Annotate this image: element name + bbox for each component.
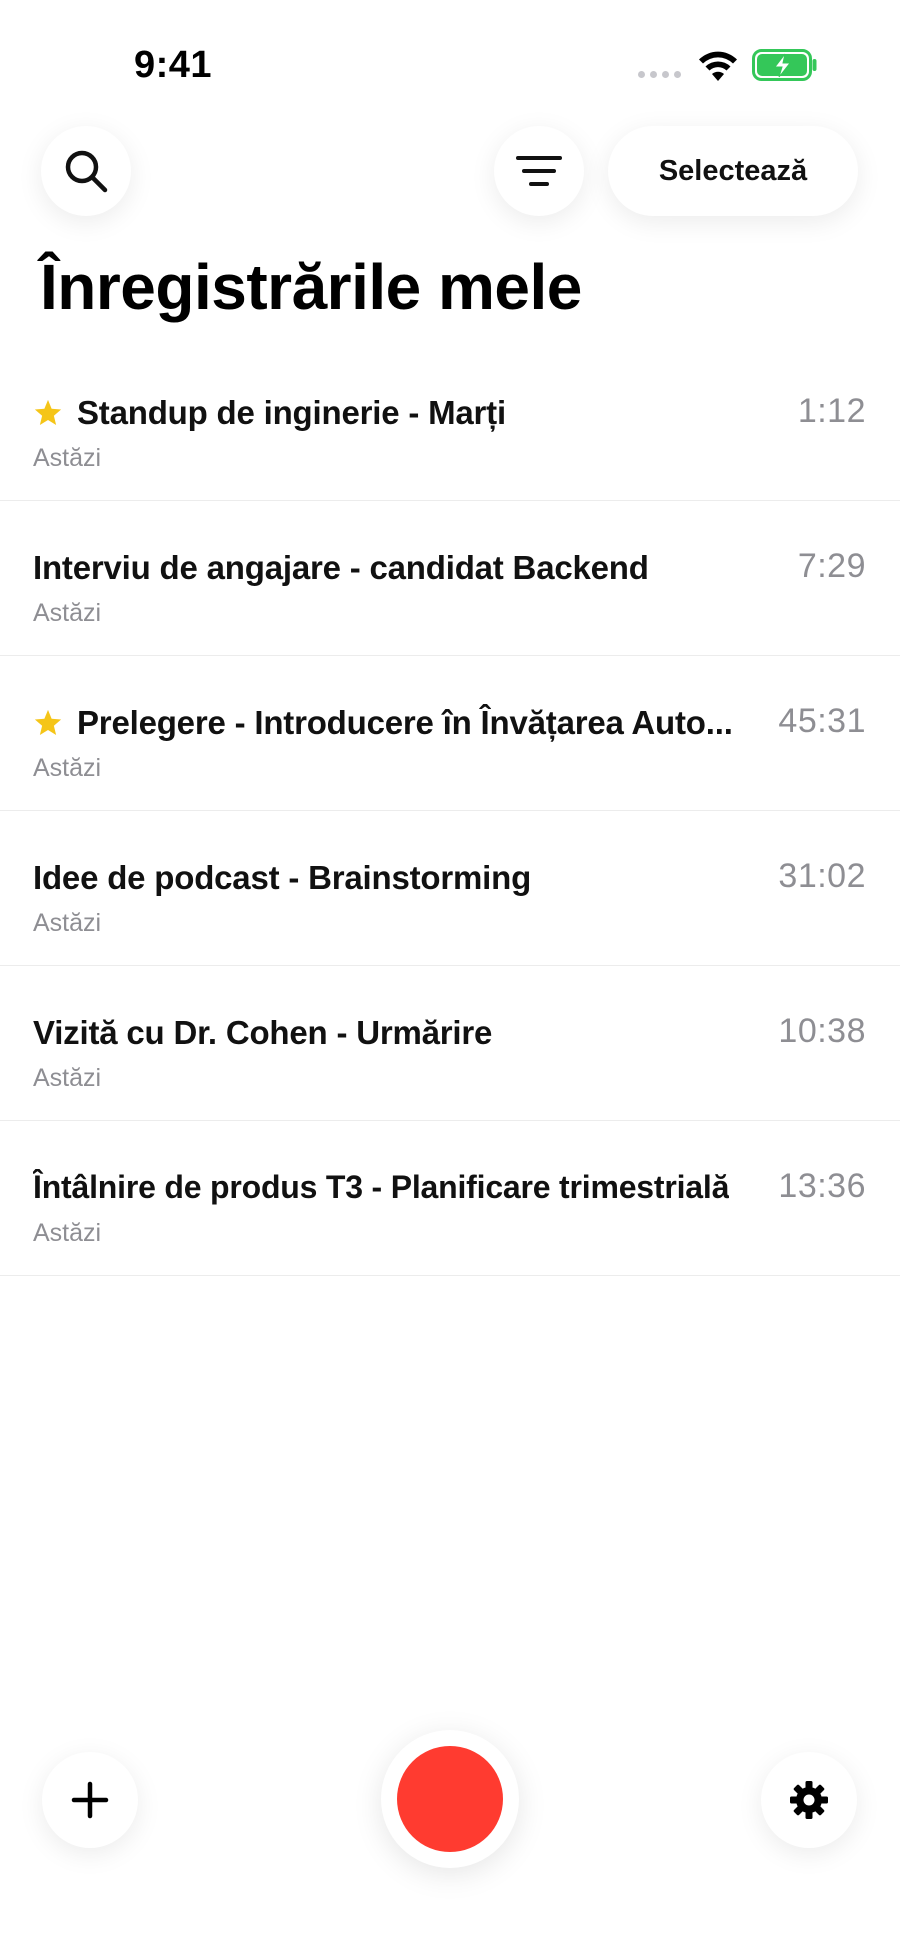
recording-row[interactable]: Interviu de angajare - candidat Backend … [0, 501, 900, 656]
recording-title-line: Standup de inginerie - Marți [33, 394, 748, 432]
recording-title-line: Vizită cu Dr. Cohen - Urmărire [33, 1014, 748, 1052]
recording-date: Astăzi [33, 754, 102, 782]
recording-list: Standup de inginerie - Marți Astăzi 1:12… [0, 346, 900, 1276]
recording-row[interactable]: Prelegere - Introducere în Învățarea Aut… [0, 656, 900, 811]
recording-row[interactable]: Vizită cu Dr. Cohen - Urmărire Astăzi 10… [0, 966, 900, 1121]
plus-icon [71, 1781, 109, 1819]
recording-title: Standup de inginerie - Marți [77, 394, 506, 431]
recording-duration: 7:29 [797, 547, 866, 585]
recording-title-line: Întâlnire de produs T3 - Planificare tri… [33, 1169, 748, 1206]
recording-title: Idee de podcast - Brainstorming [33, 859, 532, 896]
status-bar: 9:41 [0, 0, 900, 120]
recording-duration: 45:31 [778, 702, 866, 740]
recording-title-line: Interviu de angajare - candidat Backend [33, 549, 748, 587]
recording-title: Interviu de angajare - candidat Backend [33, 549, 649, 586]
recording-title-line: Prelegere - Introducere în Învățarea Aut… [33, 704, 748, 742]
recording-date: Astăzi [33, 1219, 102, 1247]
search-button[interactable] [41, 126, 131, 216]
record-button[interactable] [381, 1730, 519, 1868]
recording-title: Întâlnire de produs T3 - Planificare tri… [33, 1169, 730, 1205]
battery-charging-icon [752, 49, 817, 81]
search-icon [65, 150, 108, 193]
status-time: 9:41 [134, 44, 213, 86]
recording-duration: 1:12 [797, 392, 866, 430]
select-button[interactable]: Selectează [608, 126, 858, 216]
filter-button[interactable] [494, 126, 584, 216]
wifi-icon [699, 51, 737, 81]
recording-duration: 31:02 [778, 857, 866, 895]
recording-row[interactable]: Standup de inginerie - Marți Astăzi 1:12 [0, 346, 900, 501]
record-icon [397, 1746, 503, 1852]
settings-button[interactable] [761, 1752, 857, 1848]
recording-date: Astăzi [33, 444, 102, 472]
recording-row[interactable]: Idee de podcast - Brainstorming Astăzi 3… [0, 811, 900, 966]
recording-title-line: Idee de podcast - Brainstorming [33, 859, 748, 897]
recording-row[interactable]: Întâlnire de produs T3 - Planificare tri… [0, 1121, 900, 1276]
recording-date: Astăzi [33, 1064, 102, 1092]
page-title: Înregistrările mele [40, 251, 582, 323]
star-icon [34, 399, 62, 425]
recording-title: Prelegere - Introducere în Învățarea Aut… [77, 704, 733, 741]
recording-date: Astăzi [33, 909, 102, 937]
gear-icon [790, 1781, 828, 1819]
cellular-signal-icon [638, 71, 681, 78]
recording-duration: 13:36 [778, 1167, 866, 1205]
filter-icon [516, 156, 562, 186]
recording-date: Astăzi [33, 599, 102, 627]
recording-title: Vizită cu Dr. Cohen - Urmărire [33, 1014, 493, 1051]
recording-duration: 10:38 [778, 1012, 866, 1050]
add-button[interactable] [42, 1752, 138, 1848]
star-icon [34, 709, 62, 735]
